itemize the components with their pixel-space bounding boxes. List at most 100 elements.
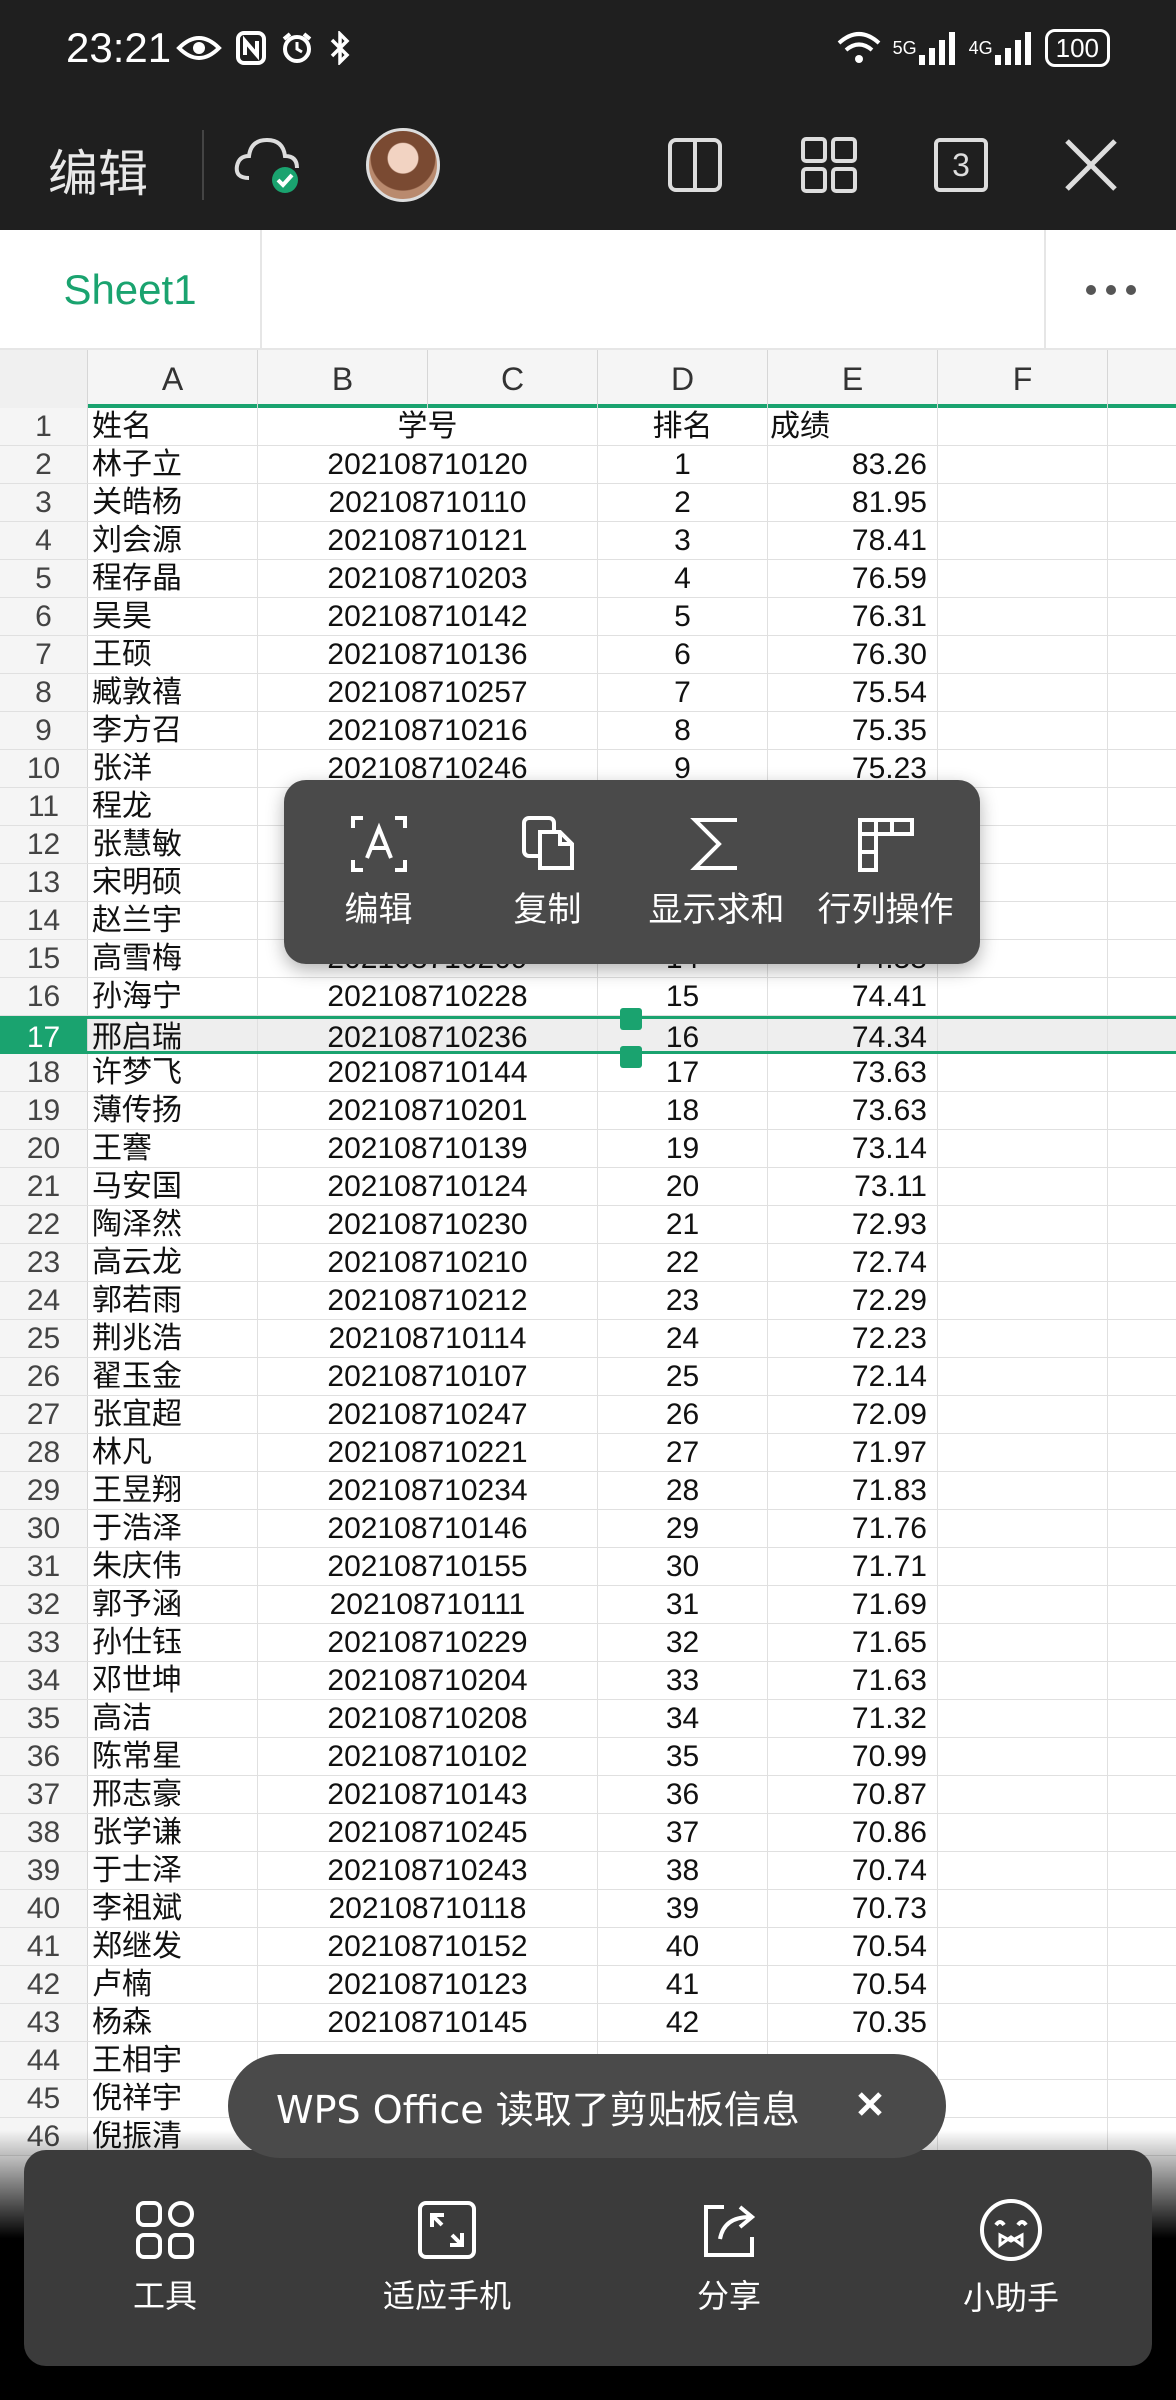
row-header[interactable]: 35	[0, 1700, 88, 1737]
cell-student-id[interactable]: 202108710245	[258, 1814, 598, 1851]
cell-rank[interactable]: 29	[598, 1510, 768, 1547]
cell-student-id[interactable]: 学号	[258, 408, 598, 445]
cell-score[interactable]: 72.29	[768, 1282, 938, 1319]
row-header[interactable]: 28	[0, 1434, 88, 1471]
row-header[interactable]: 20	[0, 1130, 88, 1167]
cell-score[interactable]: 76.30	[768, 636, 938, 673]
cell-score[interactable]: 71.32	[768, 1700, 938, 1737]
cell-student-id[interactable]: 202108710155	[258, 1548, 598, 1585]
cell-score[interactable]: 70.54	[768, 1928, 938, 1965]
row-header[interactable]: 22	[0, 1206, 88, 1243]
cell-empty[interactable]	[938, 1320, 1108, 1357]
row-header[interactable]: 33	[0, 1624, 88, 1661]
cell-student-id[interactable]: 202108710236	[258, 1019, 598, 1054]
cell-student-id[interactable]: 202108710120	[258, 446, 598, 483]
cell-empty[interactable]	[938, 712, 1108, 749]
cell-student-id[interactable]: 202108710136	[258, 636, 598, 673]
cell-empty[interactable]	[938, 1358, 1108, 1395]
user-avatar[interactable]	[366, 128, 440, 202]
cell-empty[interactable]	[938, 1662, 1108, 1699]
cell-student-id[interactable]: 202108710152	[258, 1928, 598, 1965]
cloud-sync-button[interactable]	[226, 122, 312, 208]
cell-score[interactable]: 76.59	[768, 560, 938, 597]
row-header[interactable]: 19	[0, 1092, 88, 1129]
cell-rank[interactable]: 30	[598, 1548, 768, 1585]
cell-rank[interactable]: 排名	[598, 408, 768, 445]
cell-name[interactable]: 翟玉金	[90, 1358, 258, 1395]
cell-name[interactable]: 关皓杨	[90, 484, 258, 521]
row-header[interactable]: 7	[0, 636, 88, 673]
cell-student-id[interactable]: 202108710142	[258, 598, 598, 635]
cell-empty[interactable]	[938, 636, 1108, 673]
cell-name[interactable]: 林子立	[90, 446, 258, 483]
cell-empty[interactable]	[938, 1852, 1108, 1889]
cell-empty[interactable]	[938, 446, 1108, 483]
cell-score[interactable]: 81.95	[768, 484, 938, 521]
cell-empty[interactable]	[938, 1928, 1108, 1965]
row-header[interactable]: 21	[0, 1168, 88, 1205]
cell-rank[interactable]: 42	[598, 2004, 768, 2041]
cell-rank[interactable]: 32	[598, 1624, 768, 1661]
cell-rank[interactable]: 39	[598, 1890, 768, 1927]
row-header[interactable]: 14	[0, 902, 88, 939]
row-header[interactable]: 25	[0, 1320, 88, 1357]
cell-score[interactable]: 70.99	[768, 1738, 938, 1775]
cell-empty[interactable]	[938, 2004, 1108, 2041]
cell-name[interactable]: 赵兰宇	[90, 902, 258, 939]
cell-name[interactable]: 李祖斌	[90, 1890, 258, 1927]
cell-score[interactable]: 71.97	[768, 1434, 938, 1471]
cell-student-id[interactable]: 202108710221	[258, 1434, 598, 1471]
cell-rank[interactable]: 5	[598, 598, 768, 635]
cell-score[interactable]: 73.63	[768, 1054, 938, 1091]
cell-name[interactable]: 林凡	[90, 1434, 258, 1471]
apps-grid-button[interactable]	[786, 122, 872, 208]
cell-rank[interactable]: 2	[598, 484, 768, 521]
cell-empty[interactable]	[938, 1738, 1108, 1775]
cell-name[interactable]: 许梦飞	[90, 1054, 258, 1091]
cell-student-id[interactable]: 202108710257	[258, 674, 598, 711]
cell-student-id[interactable]: 202108710102	[258, 1738, 598, 1775]
cell-empty[interactable]	[938, 1890, 1108, 1927]
cell-score[interactable]: 72.09	[768, 1396, 938, 1433]
row-header[interactable]: 26	[0, 1358, 88, 1395]
cell-score[interactable]: 70.35	[768, 2004, 938, 2041]
edit-mode-button[interactable]: 编辑	[48, 134, 148, 206]
cell-student-id[interactable]: 202108710208	[258, 1700, 598, 1737]
column-header-c[interactable]: C	[428, 350, 598, 408]
cell-score[interactable]: 70.73	[768, 1890, 938, 1927]
cell-rank[interactable]: 1	[598, 446, 768, 483]
cell-score[interactable]: 73.63	[768, 1092, 938, 1129]
cell-score[interactable]: 71.63	[768, 1662, 938, 1699]
cell-empty[interactable]	[938, 522, 1108, 559]
cell-rank[interactable]: 27	[598, 1434, 768, 1471]
cell-score[interactable]: 72.23	[768, 1320, 938, 1357]
open-tabs-button[interactable]: 3	[918, 122, 1004, 208]
cell-score[interactable]: 70.74	[768, 1852, 938, 1889]
cell-score[interactable]: 73.11	[768, 1168, 938, 1205]
row-header[interactable]: 37	[0, 1776, 88, 1813]
cell-score[interactable]: 71.83	[768, 1472, 938, 1509]
fit-phone-button[interactable]: 适应手机	[332, 2199, 562, 2317]
cell-score[interactable]: 70.87	[768, 1776, 938, 1813]
cell-student-id[interactable]: 202108710114	[258, 1320, 598, 1357]
column-header-b[interactable]: B	[258, 350, 428, 408]
row-header[interactable]: 31	[0, 1548, 88, 1585]
cell-score[interactable]: 71.69	[768, 1586, 938, 1623]
split-view-button[interactable]	[652, 122, 738, 208]
cell-rank[interactable]: 4	[598, 560, 768, 597]
cell-score[interactable]: 72.93	[768, 1206, 938, 1243]
cell-score[interactable]: 70.54	[768, 1966, 938, 2003]
tab-sheet1[interactable]: Sheet1	[0, 230, 262, 350]
cell-student-id[interactable]: 202108710144	[258, 1054, 598, 1091]
cell-rank[interactable]: 28	[598, 1472, 768, 1509]
column-header-e[interactable]: E	[768, 350, 938, 408]
cell-student-id[interactable]: 202108710228	[258, 978, 598, 1015]
cell-score[interactable]: 75.35	[768, 712, 938, 749]
cell-empty[interactable]	[938, 1282, 1108, 1319]
cell-score[interactable]: 74.34	[768, 1019, 938, 1054]
cell-score[interactable]: 71.65	[768, 1624, 938, 1661]
cell-name[interactable]: 孙海宁	[90, 978, 258, 1015]
cell-name[interactable]: 邢启瑞	[90, 1019, 258, 1055]
row-header[interactable]: 45	[0, 2080, 88, 2117]
row-header[interactable]: 36	[0, 1738, 88, 1775]
